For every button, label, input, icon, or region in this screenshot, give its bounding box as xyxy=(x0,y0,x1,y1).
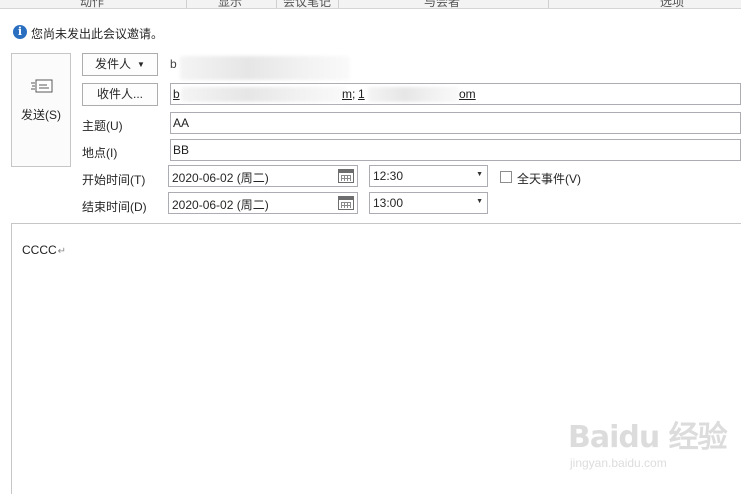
end-time-value: 13:00 xyxy=(373,196,404,210)
calendar-icon[interactable] xyxy=(338,196,354,210)
to-button[interactable]: 收件人... xyxy=(82,83,158,106)
ribbon-strip: 动作 显示 会议笔记 与会者 选项 xyxy=(0,0,741,9)
ribbon-separator xyxy=(186,0,187,8)
end-date-value: 2020-06-02 (周二) xyxy=(172,198,269,212)
start-time-value: 12:30 xyxy=(373,169,404,183)
recipient-separator: ; xyxy=(352,87,356,101)
chevron-down-icon[interactable]: ▼ xyxy=(476,198,483,205)
ribbon-group-attendees: 与会者 xyxy=(424,0,461,9)
recipient-2-start: 1 xyxy=(358,87,365,101)
envelope-send-icon xyxy=(31,79,53,93)
send-button[interactable]: 发送(S) xyxy=(11,53,71,167)
body-content: CCCC xyxy=(22,243,57,257)
from-button[interactable]: 发件人 ▼ xyxy=(82,53,158,76)
redacted-sender xyxy=(180,56,350,80)
ribbon-group-actions: 动作 xyxy=(80,0,105,9)
start-time-select[interactable]: 12:30 ▼ xyxy=(369,165,488,187)
location-label: 地点(I) xyxy=(82,146,118,160)
end-time-label: 结束时间(D) xyxy=(82,200,147,214)
recipient-1-start: b xyxy=(173,87,180,101)
send-button-label: 发送(S) xyxy=(21,108,61,122)
end-date-picker[interactable]: 2020-06-02 (周二) xyxy=(168,192,358,214)
ribbon-separator xyxy=(338,0,339,8)
location-value: BB xyxy=(173,143,190,157)
recipient-1-end: m xyxy=(342,87,352,101)
start-time-label: 开始时间(T) xyxy=(82,173,146,187)
all-day-checkbox[interactable] xyxy=(500,171,512,183)
subject-input[interactable]: AA xyxy=(170,112,741,134)
redacted-recipient-2 xyxy=(368,87,460,102)
location-input[interactable]: BB xyxy=(170,139,741,161)
ribbon-group-meeting-notes: 会议笔记 xyxy=(283,0,332,9)
subject-value: AA xyxy=(173,116,190,130)
ribbon-group-show: 显示 xyxy=(218,0,243,9)
end-time-select[interactable]: 13:00 ▼ xyxy=(369,192,488,214)
paragraph-mark-icon: ↵ xyxy=(57,246,67,257)
recipient-2-end: om xyxy=(459,87,476,101)
ribbon-separator xyxy=(548,0,549,8)
all-day-label[interactable]: 全天事件(V) xyxy=(517,170,581,187)
chevron-down-icon: ▼ xyxy=(137,60,145,69)
watermark: Baidu 经验 jingyan.baidu.com xyxy=(560,410,728,480)
watermark-logo: Baidu 经验 xyxy=(568,420,728,455)
subject-label: 主题(U) xyxy=(82,119,123,133)
start-date-value: 2020-06-02 (周二) xyxy=(172,171,269,185)
to-field[interactable]: b m ; 1 om xyxy=(170,83,741,105)
to-button-label: 收件人... xyxy=(96,87,143,101)
from-button-label: 发件人 xyxy=(95,57,132,71)
info-message: 您尚未发出此会议邀请。 xyxy=(31,27,164,41)
redacted-recipient-1 xyxy=(181,87,347,102)
calendar-icon[interactable] xyxy=(338,169,354,183)
watermark-url: jingyan.baidu.com xyxy=(570,456,667,470)
info-icon: i xyxy=(13,25,27,39)
start-date-picker[interactable]: 2020-06-02 (周二) xyxy=(168,165,358,187)
from-value: b xyxy=(170,57,177,71)
body-text: CCCC↵ xyxy=(22,243,66,257)
chevron-down-icon[interactable]: ▼ xyxy=(476,171,483,178)
ribbon-group-options: 选项 xyxy=(660,0,685,9)
ribbon-separator xyxy=(276,0,277,8)
